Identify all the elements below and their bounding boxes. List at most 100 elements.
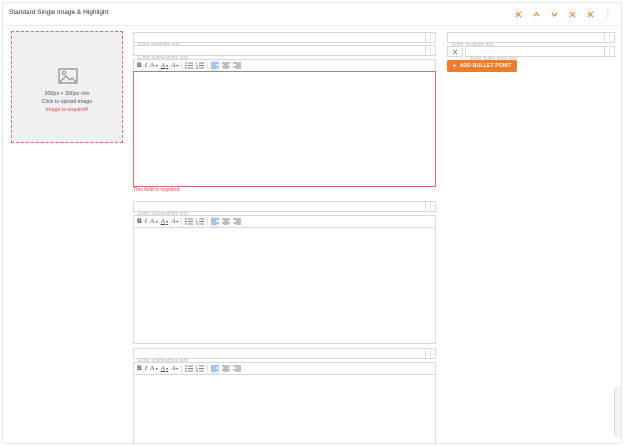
align-right-icon <box>233 62 242 69</box>
chevron-down-icon: ▾ <box>176 219 179 224</box>
upload-instruction: Click to upload image <box>41 99 93 105</box>
toolbar-divider <box>207 364 209 373</box>
bullet-list-icon <box>185 365 194 372</box>
align-center-button[interactable] <box>222 364 231 374</box>
align-right-button[interactable] <box>233 217 242 227</box>
bullet-list-icon <box>185 218 194 225</box>
italic-button[interactable]: I <box>145 364 147 374</box>
align-center-icon <box>222 218 231 225</box>
highlight-icon: A <box>171 365 176 372</box>
numbered-list-button[interactable] <box>196 364 205 374</box>
highlight-headline-field[interactable]: ⋮ <box>447 32 615 50</box>
italic-button[interactable]: I <box>145 217 147 227</box>
italic-button[interactable]: I <box>145 61 147 71</box>
subheadline-options-icon[interactable]: ⋮ <box>425 46 435 55</box>
editor-content-area[interactable] <box>133 227 436 344</box>
headline-field[interactable]: ⋮ <box>133 32 436 50</box>
toolbar-divider <box>207 61 209 70</box>
subheadline-options-icon[interactable]: ⋮ <box>425 202 435 211</box>
editor-toolbar: B I A ▾ A ▾ A ▾ <box>133 215 436 227</box>
chevron-down-icon: ▾ <box>166 63 169 68</box>
bold-button[interactable]: B <box>137 61 142 71</box>
bullet-list-button[interactable] <box>185 217 194 227</box>
align-right-button[interactable] <box>233 364 242 374</box>
move-up-icon <box>532 11 540 17</box>
font-color-dropdown[interactable]: A ▾ <box>161 364 169 374</box>
numbered-list-icon <box>196 218 205 225</box>
remove-block-icon <box>515 11 521 17</box>
align-left-button[interactable] <box>211 60 220 71</box>
highlight-headline-options-icon[interactable]: ⋮ <box>604 33 614 42</box>
chevron-down-icon: ▾ <box>176 366 179 371</box>
move-down-icon <box>550 11 558 17</box>
bold-button[interactable]: B <box>137 217 142 227</box>
numbered-list-icon <box>196 365 205 372</box>
headline-options-icon[interactable]: ⋮ <box>425 33 435 42</box>
collapse-button[interactable] <box>563 8 581 20</box>
chevron-down-icon: ▾ <box>176 63 179 68</box>
chevron-down-icon: ▾ <box>155 63 158 68</box>
subheadline-options-icon[interactable]: ⋮ <box>425 349 435 358</box>
side-handle[interactable] <box>614 386 621 438</box>
font-color-icon: A <box>160 365 166 372</box>
font-size-dropdown[interactable]: A ▾ <box>150 61 158 71</box>
field-error-text: This field is required. <box>133 187 181 193</box>
subheadline-field-1[interactable]: ⋮ <box>133 45 436 63</box>
editor-content-area[interactable] <box>133 374 436 443</box>
bullet-options-icon[interactable]: ⋮ <box>604 47 614 56</box>
close-icon <box>587 11 593 17</box>
toolbar-divider <box>181 217 183 226</box>
align-right-icon <box>233 218 242 225</box>
font-size-dropdown[interactable]: A ▾ <box>150 364 158 374</box>
align-left-button[interactable] <box>211 363 220 374</box>
align-left-icon <box>211 365 220 372</box>
add-bullet-point-button[interactable]: + ADD BULLET POINT <box>447 60 517 72</box>
close-button[interactable] <box>581 8 599 20</box>
font-size-icon: A <box>149 365 155 372</box>
toolbar-divider <box>181 364 183 373</box>
align-right-icon <box>233 365 242 372</box>
align-left-button[interactable] <box>211 216 220 227</box>
more-options-button[interactable]: ⋮ <box>599 8 617 20</box>
align-right-button[interactable] <box>233 61 242 71</box>
move-up-button[interactable] <box>527 8 545 20</box>
bullet-list-icon <box>185 62 194 69</box>
bullet-point-field[interactable]: ⋮ <box>465 46 615 64</box>
subheadline-field-3[interactable]: ⋮ <box>133 348 436 366</box>
highlight-dropdown[interactable]: A ▾ <box>171 61 178 71</box>
remove-block-button[interactable] <box>509 8 527 20</box>
header-actions: ⋮ <box>509 8 617 20</box>
highlight-dropdown[interactable]: A ▾ <box>171 364 178 374</box>
image-icon <box>58 68 78 84</box>
chevron-down-icon: ▾ <box>155 366 158 371</box>
bullet-list-button[interactable] <box>185 61 194 71</box>
chevron-down-icon: ▾ <box>155 219 158 224</box>
move-down-button[interactable] <box>545 8 563 20</box>
highlight-dropdown[interactable]: A ▾ <box>171 217 178 227</box>
subheadline-field-2[interactable]: ⋮ <box>133 201 436 219</box>
align-center-button[interactable] <box>222 217 231 227</box>
rich-text-editor-1: B I A ▾ A ▾ A ▾ <box>133 59 436 187</box>
remove-bullet-button[interactable] <box>447 46 463 57</box>
bullet-list-button[interactable] <box>185 364 194 374</box>
align-center-button[interactable] <box>222 61 231 71</box>
module-panel: Standard Single Image & Highlight ⋮ 300p… <box>2 2 622 444</box>
toolbar-divider <box>181 61 183 70</box>
module-header: Standard Single Image & Highlight ⋮ <box>3 3 621 26</box>
editor-toolbar: B I A ▾ A ▾ A ▾ <box>133 59 436 71</box>
rich-text-editor-3: B I A ▾ A ▾ A ▾ <box>133 362 436 443</box>
align-left-icon <box>211 62 220 69</box>
font-color-dropdown[interactable]: A ▾ <box>161 217 169 227</box>
module-title: Standard Single Image & Highlight <box>9 9 109 16</box>
editor-content-area[interactable] <box>133 71 436 187</box>
numbered-list-button[interactable] <box>196 217 205 227</box>
numbered-list-button[interactable] <box>196 61 205 71</box>
align-center-icon <box>222 62 231 69</box>
font-size-icon: A <box>149 218 155 225</box>
font-size-dropdown[interactable]: A ▾ <box>150 217 158 227</box>
font-color-dropdown[interactable]: A ▾ <box>161 61 169 71</box>
image-upload-area[interactable]: 300px × 300px min Click to upload image … <box>11 31 123 143</box>
bold-button[interactable]: B <box>137 364 142 374</box>
align-left-icon <box>211 218 220 225</box>
toolbar-divider <box>207 217 209 226</box>
